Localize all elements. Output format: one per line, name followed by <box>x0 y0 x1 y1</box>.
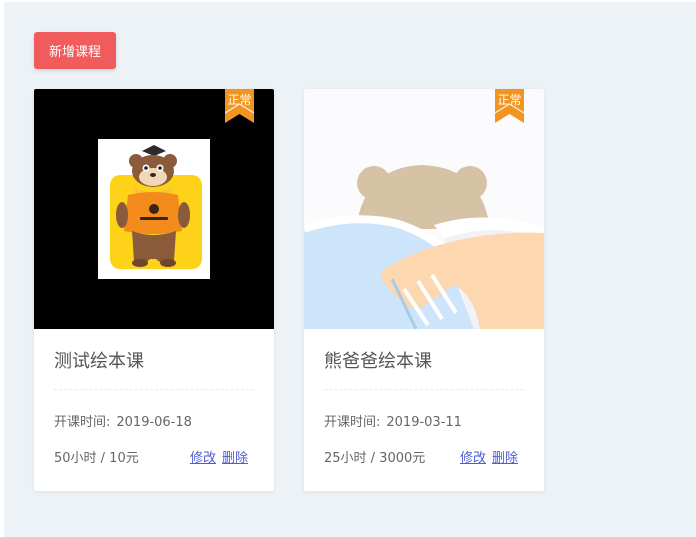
bear-mascot-image <box>98 139 210 279</box>
course-card: 正常 测试绘本课 开课时间: 2019-06-18 50小时 / 10元 修改 删除 <box>34 89 274 491</box>
card-actions: 修改 删除 <box>184 447 248 466</box>
course-start-date: 开课时间: 2019-06-18 <box>54 411 192 430</box>
divider <box>54 389 254 390</box>
card-actions: 修改 删除 <box>454 447 518 466</box>
course-title[interactable]: 测试绘本课 <box>54 347 144 373</box>
status-badge: 正常 <box>495 89 524 123</box>
course-start-date: 开课时间: 2019-03-11 <box>324 411 462 430</box>
course-card: 正常 熊爸爸绘本课 开课时间: 2019-03-11 25小时 / 3000元 修… <box>304 89 544 491</box>
course-hours-price: 50小时 / 10元 <box>54 451 139 466</box>
course-hours-price: 25小时 / 3000元 <box>324 451 426 466</box>
course-title[interactable]: 熊爸爸绘本课 <box>324 347 432 373</box>
add-course-button[interactable]: 新增课程 <box>34 32 116 69</box>
course-cover[interactable]: 正常 <box>304 89 544 329</box>
date-value: 2019-03-11 <box>386 415 462 430</box>
bear-illustration-image <box>304 165 544 329</box>
delete-link[interactable]: 删除 <box>492 451 518 466</box>
status-badge: 正常 <box>225 89 254 123</box>
date-label: 开课时间: <box>324 415 381 430</box>
edit-link[interactable]: 修改 <box>190 451 216 466</box>
delete-link[interactable]: 删除 <box>222 451 248 466</box>
course-cover[interactable]: 正常 <box>34 89 274 329</box>
edit-link[interactable]: 修改 <box>460 451 486 466</box>
date-value: 2019-06-18 <box>116 415 192 430</box>
divider <box>324 389 524 390</box>
date-label: 开课时间: <box>54 415 111 430</box>
